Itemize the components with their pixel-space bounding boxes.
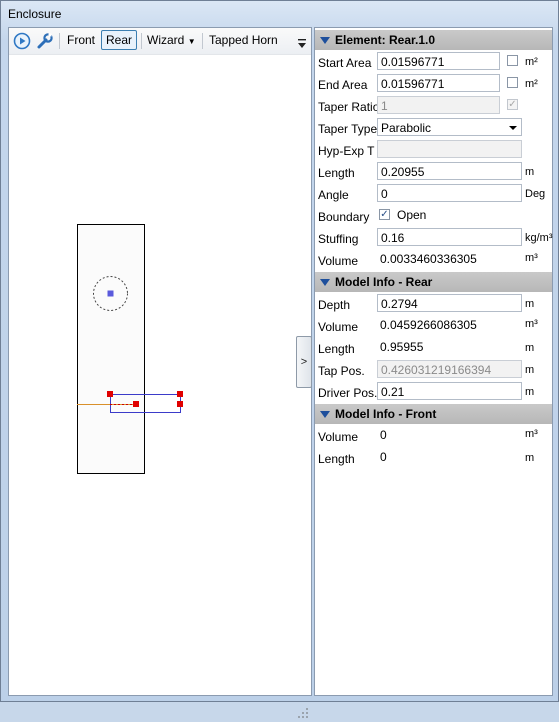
model-rear-section-header[interactable]: Model Info - Rear [315,272,552,292]
boundary-open-label: Open [397,208,427,222]
taper-type-value: Parabolic [381,121,432,135]
section-title: Model Info - Front [335,407,437,421]
rear-button[interactable]: Rear [101,30,138,50]
collapse-triangle-icon [320,411,330,418]
length-label: Length [318,166,355,180]
depth-unit: m [525,298,535,310]
taper-ratio-label: Taper Ratio [318,100,380,114]
depth-input[interactable]: 0.2794 [377,294,522,312]
driver-marker [107,290,114,297]
start-area-label: Start Area [318,56,372,70]
taper-type-label: Taper Type [318,122,378,136]
front-button[interactable]: Front [63,31,99,49]
rear-volume-value: 0.0459266086305 [380,318,477,332]
drawing-pane: Front Rear Wizard ▼ Tapped Horn [8,27,312,718]
length-input[interactable]: 0.20955 [377,162,522,180]
enclosure-canvas[interactable] [9,55,311,695]
taper-type-select[interactable]: Parabolic [377,118,522,136]
section-title: Element: Rear.1.0 [335,33,436,47]
front-length-value: 0 [380,450,387,464]
element-volume-label: Volume [318,254,359,268]
tap-pos-input: 0.426031219166394 [377,360,522,378]
rear-length-label: Length [318,342,355,356]
hyp-exp-input [377,140,522,158]
front-length-label: Length [318,452,355,466]
selection-handle [107,391,113,397]
taper-ratio-input: 1 [377,96,500,114]
tapped-horn-button[interactable]: Tapped Horn [205,31,282,49]
angle-label: Angle [318,188,349,202]
rear-volume-unit: m³ [525,318,538,330]
selection-handle [177,391,183,397]
boundary-open-checkbox[interactable]: ✓ [379,209,390,220]
start-area-checkbox[interactable] [507,55,518,66]
title-bar[interactable]: Enclosure [1,1,558,27]
wizard-dropdown-button[interactable]: Wizard ▼ [143,31,200,49]
length-unit: m [525,166,535,178]
front-volume-label: Volume [318,430,359,444]
stuffing-label: Stuffing [318,232,359,246]
toolbar: Front Rear Wizard ▼ Tapped Horn [9,28,311,55]
stuffing-unit: kg/m³ [525,232,553,244]
end-area-checkbox[interactable] [507,77,518,88]
section-title: Model Info - Rear [335,275,433,289]
rear-length-unit: m [525,342,535,354]
collapse-triangle-icon [320,279,330,286]
driver-pos-label: Driver Pos. [318,386,378,400]
element-section-header[interactable]: Element: Rear.1.0 [315,30,552,50]
taper-ratio-checkbox: ✓ [507,99,518,110]
driver-pos-unit: m [525,386,535,398]
model-front-section-header[interactable]: Model Info - Front [315,404,552,424]
start-area-input[interactable]: 0.01596771 [377,52,500,70]
play-icon[interactable] [13,32,31,50]
rear-volume-label: Volume [318,320,359,334]
collapse-panel-button[interactable]: > [296,336,312,388]
tap-pos-label: Tap Pos. [318,364,365,378]
chevron-down-icon: ▼ [187,37,196,46]
end-area-input[interactable]: 0.01596771 [377,74,500,92]
stuffing-input[interactable]: 0.16 [377,228,522,246]
resize-grip-icon[interactable] [297,707,309,719]
toolbar-separator [141,33,142,49]
rear-length-value: 0.95955 [380,340,424,354]
depth-label: Depth [318,298,351,312]
tap-pos-unit: m [525,364,535,376]
toolbar-overflow-icon[interactable] [297,36,307,50]
enclosure-box [77,224,145,474]
toolbar-separator [59,33,60,49]
boundary-label: Boundary [318,210,370,224]
wizard-label: Wizard [147,33,185,47]
collapse-triangle-icon [320,37,330,44]
chevron-down-icon [509,126,517,130]
property-grid: Element: Rear.1.0 Start Area 0.01596771 … [314,27,553,696]
end-area-unit: m² [525,78,538,90]
enclosure-window: Enclosure Front Rear Wizard ▼ Tapped Hor… [0,0,559,718]
front-volume-value: 0 [380,428,387,442]
angle-unit: Deg [525,188,546,200]
end-area-label: End Area [318,78,368,92]
front-volume-unit: m³ [525,428,538,440]
angle-input[interactable]: 0 [377,184,522,202]
wrench-icon[interactable] [36,32,54,50]
front-length-unit: m [525,452,535,464]
window-title: Enclosure [8,7,62,21]
selection-handle [177,401,183,407]
selection-handle [133,401,139,407]
hyp-exp-label: Hyp-Exp T [318,144,375,158]
toolbar-separator [202,33,203,49]
start-area-unit: m² [525,56,538,68]
element-volume-value: 0.0033460336305 [380,252,477,266]
element-volume-unit: m³ [525,252,538,264]
driver-pos-input[interactable]: 0.21 [377,382,522,400]
